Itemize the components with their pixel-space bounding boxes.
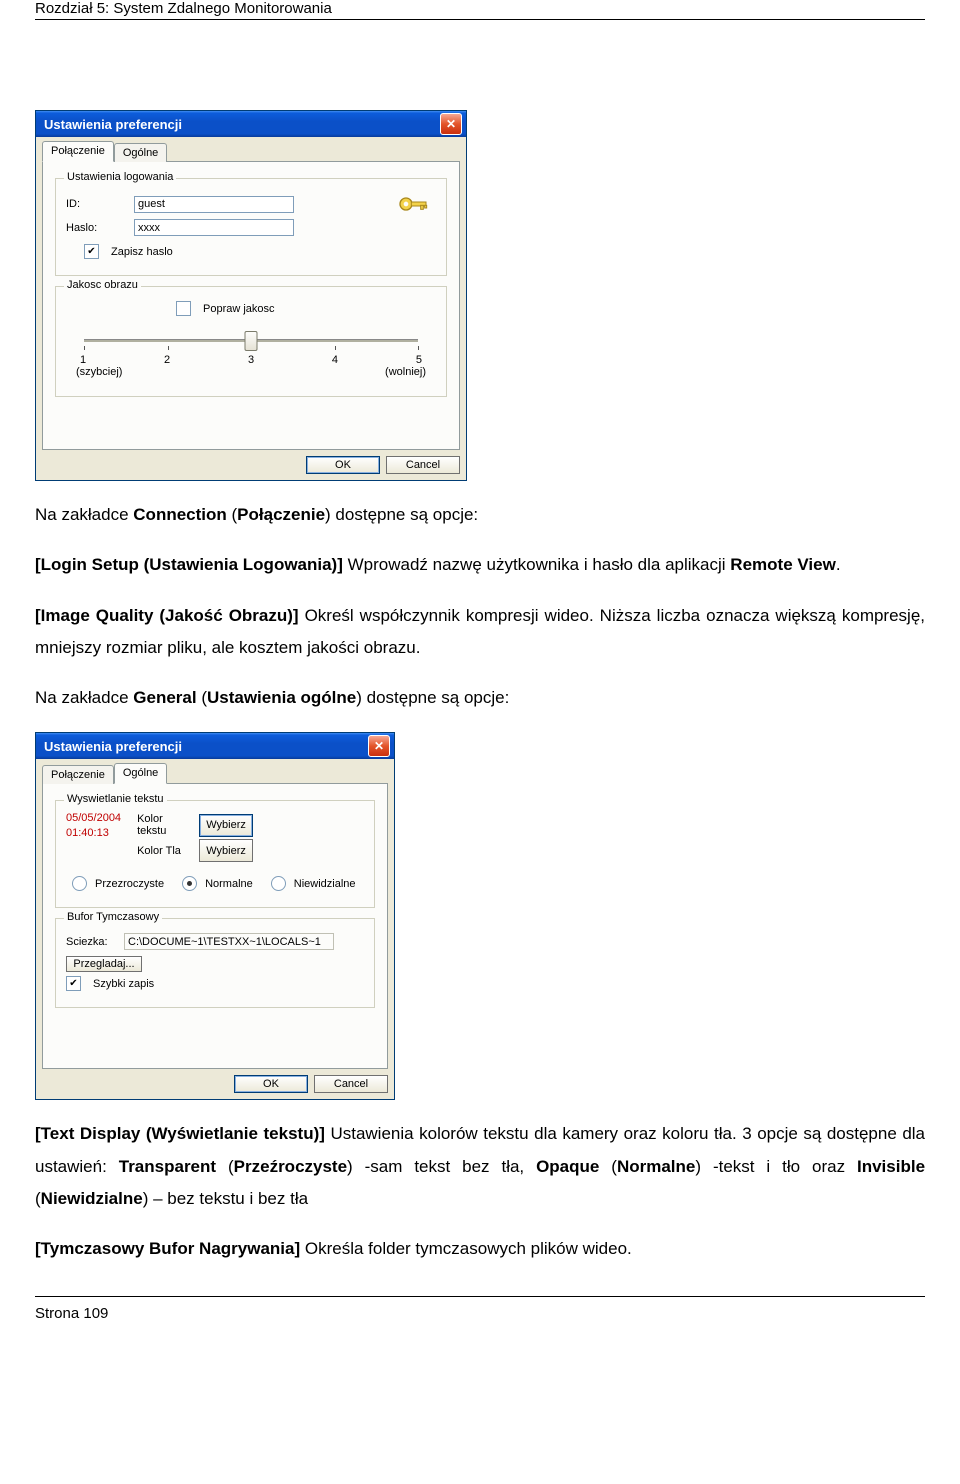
temp-buffer-legend: Bufor Tymczasowy — [64, 911, 162, 923]
text: Określa folder tymczasowych plików wideo… — [300, 1239, 632, 1258]
text-bold: Niewidzialne — [41, 1189, 143, 1208]
tab-general[interactable]: Ogólne — [114, 143, 167, 162]
text-bold: Połączenie — [237, 505, 325, 524]
slider-slow-label: (wolniej) — [385, 366, 426, 378]
fast-write-checkbox[interactable]: ✔ — [66, 976, 81, 991]
tab-general[interactable]: Ogólne — [114, 763, 167, 784]
id-input[interactable] — [134, 196, 294, 213]
slider-tick-2: 2 — [164, 354, 170, 366]
text: ) dostępne są opcje: — [356, 688, 509, 707]
preview-datetime: 05/05/2004 01:40:13 — [66, 811, 121, 840]
path-label: Sciezka: — [66, 936, 116, 948]
choose-text-color-button[interactable]: Wybierz — [199, 814, 253, 837]
radio-transparent[interactable] — [72, 876, 87, 891]
save-password-checkbox[interactable]: ✔ — [84, 244, 99, 259]
choose-bg-color-button[interactable]: Wybierz — [199, 839, 253, 862]
slider-tick-3: 3 — [248, 354, 254, 366]
slider-fast-label: (szybciej) — [76, 366, 122, 378]
radio-normal[interactable] — [182, 876, 197, 891]
ok-button[interactable]: OK — [306, 456, 380, 474]
id-label: ID: — [66, 198, 126, 210]
improve-quality-checkbox[interactable] — [176, 301, 191, 316]
slider-tick-5: 5 — [416, 354, 422, 366]
image-quality-group: Jakosc obrazu Popraw jakosc — [55, 286, 447, 397]
text-display-group: Wyswietlanie tekstu 05/05/2004 01:40:13 … — [55, 800, 375, 908]
preferences-dialog-connection: Ustawienia preferencji ✕ Połączenie Ogól… — [35, 110, 467, 481]
text-display-legend: Wyswietlanie tekstu — [64, 793, 167, 805]
radio-invisible[interactable] — [271, 876, 286, 891]
text: Na zakładce — [35, 688, 133, 707]
text-bold: Ustawienia ogólne — [207, 688, 356, 707]
tab-connection[interactable]: Połączenie — [42, 765, 114, 784]
text-bold: Invisible — [857, 1157, 925, 1176]
ok-button[interactable]: OK — [234, 1075, 308, 1093]
preview-date: 05/05/2004 — [66, 811, 121, 825]
key-icon — [398, 193, 430, 215]
text-bold: Przeźroczyste — [234, 1157, 347, 1176]
tab-connection[interactable]: Połączenie — [42, 141, 114, 162]
page-footer: Strona 109 — [35, 1296, 925, 1322]
path-field[interactable]: C:\DOCUME~1\TESTXX~1\LOCALS~1 — [124, 933, 334, 950]
password-label: Haslo: — [66, 222, 126, 234]
save-password-label: Zapisz haslo — [111, 246, 173, 258]
dialog-titlebar[interactable]: Ustawienia preferencji ✕ — [36, 111, 466, 137]
radio-transparent-label: Przezroczyste — [95, 878, 164, 890]
text-bold: Normalne — [617, 1157, 695, 1176]
text: ) dostępne są opcje: — [325, 505, 478, 524]
slider-tick-4: 4 — [332, 354, 338, 366]
text: ) -tekst i tło oraz — [695, 1157, 857, 1176]
improve-quality-label: Popraw jakosc — [203, 303, 275, 315]
text-bold: Opaque — [536, 1157, 599, 1176]
image-quality-heading: [Image Quality (Jakość Obrazu)] — [35, 606, 299, 625]
text: ) – bez tekstu i bez tła — [143, 1189, 308, 1208]
text: ( — [197, 688, 207, 707]
close-icon[interactable]: ✕ — [440, 113, 462, 135]
text-bold: Remote View — [730, 555, 836, 574]
slider-thumb-icon[interactable] — [245, 331, 258, 351]
dialog-title: Ustawienia preferencji — [44, 739, 368, 754]
preview-time: 01:40:13 — [66, 826, 121, 840]
login-setup-heading: [Login Setup (Ustawienia Logowania)] — [35, 555, 343, 574]
login-settings-group: Ustawienia logowania ID: Hasl — [55, 178, 447, 276]
close-icon[interactable]: ✕ — [368, 735, 390, 757]
fast-write-label: Szybki zapis — [93, 978, 154, 990]
text: ( — [599, 1157, 617, 1176]
image-quality-legend: Jakosc obrazu — [64, 279, 141, 291]
temp-buffer-heading: [Tymczasowy Bufor Nagrywania] — [35, 1239, 300, 1258]
dialog-titlebar[interactable]: Ustawienia preferencji ✕ — [36, 733, 394, 759]
password-input[interactable] — [134, 219, 294, 236]
preferences-dialog-general: Ustawienia preferencji ✕ Połączenie Ogól… — [35, 732, 395, 1100]
page-header: Rozdział 5: System Zdalnego Monitorowani… — [35, 0, 925, 20]
login-legend: Ustawienia logowania — [64, 171, 176, 183]
temp-buffer-group: Bufor Tymczasowy Sciezka: C:\DOCUME~1\TE… — [55, 918, 375, 1008]
cancel-button[interactable]: Cancel — [386, 456, 460, 474]
text-bold: Transparent — [119, 1157, 216, 1176]
slider-tick-1: 1 — [80, 354, 86, 366]
text-bold: Connection — [133, 505, 227, 524]
browse-button[interactable]: Przegladaj... — [66, 956, 142, 972]
text: ) -sam tekst bez tła, — [347, 1157, 536, 1176]
text: ( — [216, 1157, 234, 1176]
dialog-title: Ustawienia preferencji — [44, 117, 440, 132]
radio-normal-label: Normalne — [205, 878, 253, 890]
text-color-label: Kolor tekstu — [137, 813, 193, 837]
text: . — [836, 555, 841, 574]
bg-color-label: Kolor Tla — [137, 845, 193, 857]
quality-slider[interactable] — [84, 328, 418, 352]
radio-invisible-label: Niewidzialne — [294, 878, 356, 890]
text: Na zakładce — [35, 505, 133, 524]
cancel-button[interactable]: Cancel — [314, 1075, 388, 1093]
text-bold: General — [133, 688, 196, 707]
text: Wprowadź nazwę użytkownika i hasło dla a… — [343, 555, 730, 574]
text-display-heading: [Text Display (Wyświetlanie tekstu)] — [35, 1124, 325, 1143]
text: ( — [227, 505, 237, 524]
